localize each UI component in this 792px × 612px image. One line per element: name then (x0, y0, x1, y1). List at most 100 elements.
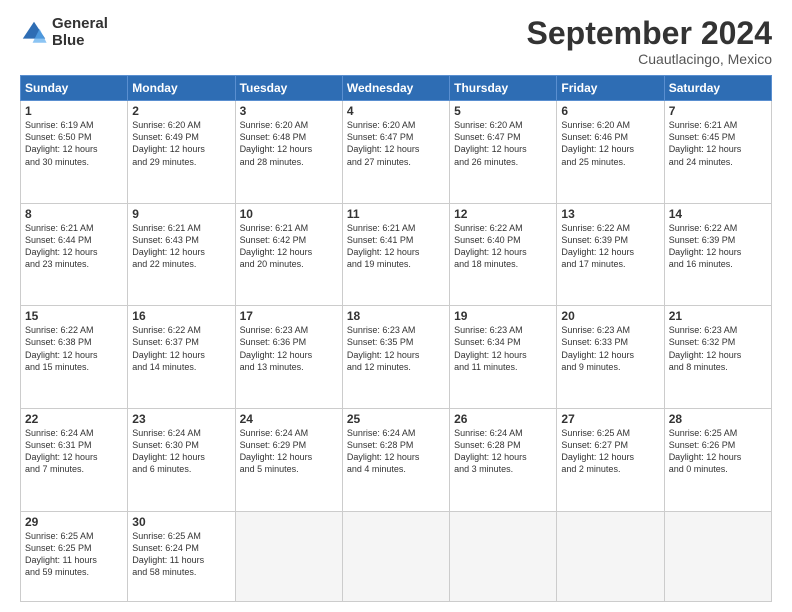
table-row: 27Sunrise: 6:25 AM Sunset: 6:27 PM Dayli… (557, 408, 664, 511)
day-info: Sunrise: 6:24 AM Sunset: 6:28 PM Dayligh… (347, 427, 445, 476)
day-number: 14 (669, 207, 767, 221)
table-row: 6Sunrise: 6:20 AM Sunset: 6:46 PM Daylig… (557, 101, 664, 204)
table-row: 30Sunrise: 6:25 AM Sunset: 6:24 PM Dayli… (128, 511, 235, 602)
col-friday: Friday (557, 76, 664, 101)
day-number: 11 (347, 207, 445, 221)
table-row (235, 511, 342, 602)
day-info: Sunrise: 6:20 AM Sunset: 6:46 PM Dayligh… (561, 119, 659, 168)
page: General Blue September 2024 Cuautlacingo… (0, 0, 792, 612)
table-row: 2Sunrise: 6:20 AM Sunset: 6:49 PM Daylig… (128, 101, 235, 204)
day-number: 2 (132, 104, 230, 118)
day-number: 19 (454, 309, 552, 323)
day-info: Sunrise: 6:24 AM Sunset: 6:31 PM Dayligh… (25, 427, 123, 476)
day-number: 6 (561, 104, 659, 118)
day-info: Sunrise: 6:22 AM Sunset: 6:39 PM Dayligh… (669, 222, 767, 271)
day-info: Sunrise: 6:23 AM Sunset: 6:33 PM Dayligh… (561, 324, 659, 373)
day-number: 13 (561, 207, 659, 221)
table-row (557, 511, 664, 602)
col-wednesday: Wednesday (342, 76, 449, 101)
table-row: 11Sunrise: 6:21 AM Sunset: 6:41 PM Dayli… (342, 203, 449, 306)
day-info: Sunrise: 6:20 AM Sunset: 6:48 PM Dayligh… (240, 119, 338, 168)
table-row: 20Sunrise: 6:23 AM Sunset: 6:33 PM Dayli… (557, 306, 664, 409)
table-row: 1Sunrise: 6:19 AM Sunset: 6:50 PM Daylig… (21, 101, 128, 204)
day-number: 26 (454, 412, 552, 426)
day-info: Sunrise: 6:25 AM Sunset: 6:27 PM Dayligh… (561, 427, 659, 476)
table-row: 10Sunrise: 6:21 AM Sunset: 6:42 PM Dayli… (235, 203, 342, 306)
day-number: 8 (25, 207, 123, 221)
logo: General Blue (20, 16, 108, 49)
logo-icon (20, 19, 48, 47)
day-info: Sunrise: 6:24 AM Sunset: 6:30 PM Dayligh… (132, 427, 230, 476)
table-row (664, 511, 771, 602)
table-row: 24Sunrise: 6:24 AM Sunset: 6:29 PM Dayli… (235, 408, 342, 511)
day-number: 22 (25, 412, 123, 426)
day-info: Sunrise: 6:20 AM Sunset: 6:49 PM Dayligh… (132, 119, 230, 168)
day-info: Sunrise: 6:19 AM Sunset: 6:50 PM Dayligh… (25, 119, 123, 168)
day-number: 3 (240, 104, 338, 118)
header: General Blue September 2024 Cuautlacingo… (20, 16, 772, 67)
day-number: 7 (669, 104, 767, 118)
day-info: Sunrise: 6:25 AM Sunset: 6:25 PM Dayligh… (25, 530, 123, 579)
day-number: 10 (240, 207, 338, 221)
table-row: 12Sunrise: 6:22 AM Sunset: 6:40 PM Dayli… (450, 203, 557, 306)
col-tuesday: Tuesday (235, 76, 342, 101)
day-number: 30 (132, 515, 230, 529)
table-row (450, 511, 557, 602)
day-number: 20 (561, 309, 659, 323)
day-number: 23 (132, 412, 230, 426)
table-row: 21Sunrise: 6:23 AM Sunset: 6:32 PM Dayli… (664, 306, 771, 409)
calendar-table: Sunday Monday Tuesday Wednesday Thursday… (20, 75, 772, 602)
day-number: 28 (669, 412, 767, 426)
day-info: Sunrise: 6:22 AM Sunset: 6:40 PM Dayligh… (454, 222, 552, 271)
day-number: 24 (240, 412, 338, 426)
table-row: 23Sunrise: 6:24 AM Sunset: 6:30 PM Dayli… (128, 408, 235, 511)
day-number: 16 (132, 309, 230, 323)
day-info: Sunrise: 6:21 AM Sunset: 6:45 PM Dayligh… (669, 119, 767, 168)
logo-text: General Blue (52, 16, 108, 49)
day-info: Sunrise: 6:21 AM Sunset: 6:43 PM Dayligh… (132, 222, 230, 271)
day-number: 5 (454, 104, 552, 118)
header-row: Sunday Monday Tuesday Wednesday Thursday… (21, 76, 772, 101)
day-number: 29 (25, 515, 123, 529)
day-info: Sunrise: 6:23 AM Sunset: 6:36 PM Dayligh… (240, 324, 338, 373)
table-row: 18Sunrise: 6:23 AM Sunset: 6:35 PM Dayli… (342, 306, 449, 409)
day-info: Sunrise: 6:20 AM Sunset: 6:47 PM Dayligh… (347, 119, 445, 168)
col-monday: Monday (128, 76, 235, 101)
table-row: 4Sunrise: 6:20 AM Sunset: 6:47 PM Daylig… (342, 101, 449, 204)
day-number: 18 (347, 309, 445, 323)
month-title: September 2024 (527, 16, 772, 51)
day-info: Sunrise: 6:23 AM Sunset: 6:35 PM Dayligh… (347, 324, 445, 373)
day-number: 27 (561, 412, 659, 426)
day-number: 4 (347, 104, 445, 118)
day-info: Sunrise: 6:24 AM Sunset: 6:28 PM Dayligh… (454, 427, 552, 476)
table-row (342, 511, 449, 602)
table-row: 17Sunrise: 6:23 AM Sunset: 6:36 PM Dayli… (235, 306, 342, 409)
day-info: Sunrise: 6:21 AM Sunset: 6:44 PM Dayligh… (25, 222, 123, 271)
day-info: Sunrise: 6:22 AM Sunset: 6:37 PM Dayligh… (132, 324, 230, 373)
day-info: Sunrise: 6:24 AM Sunset: 6:29 PM Dayligh… (240, 427, 338, 476)
col-saturday: Saturday (664, 76, 771, 101)
day-info: Sunrise: 6:21 AM Sunset: 6:41 PM Dayligh… (347, 222, 445, 271)
day-info: Sunrise: 6:23 AM Sunset: 6:34 PM Dayligh… (454, 324, 552, 373)
table-row: 26Sunrise: 6:24 AM Sunset: 6:28 PM Dayli… (450, 408, 557, 511)
day-info: Sunrise: 6:25 AM Sunset: 6:26 PM Dayligh… (669, 427, 767, 476)
day-number: 12 (454, 207, 552, 221)
day-info: Sunrise: 6:22 AM Sunset: 6:38 PM Dayligh… (25, 324, 123, 373)
table-row: 5Sunrise: 6:20 AM Sunset: 6:47 PM Daylig… (450, 101, 557, 204)
day-info: Sunrise: 6:22 AM Sunset: 6:39 PM Dayligh… (561, 222, 659, 271)
table-row: 29Sunrise: 6:25 AM Sunset: 6:25 PM Dayli… (21, 511, 128, 602)
table-row: 19Sunrise: 6:23 AM Sunset: 6:34 PM Dayli… (450, 306, 557, 409)
table-row: 9Sunrise: 6:21 AM Sunset: 6:43 PM Daylig… (128, 203, 235, 306)
day-number: 9 (132, 207, 230, 221)
table-row: 7Sunrise: 6:21 AM Sunset: 6:45 PM Daylig… (664, 101, 771, 204)
title-block: September 2024 Cuautlacingo, Mexico (527, 16, 772, 67)
table-row: 28Sunrise: 6:25 AM Sunset: 6:26 PM Dayli… (664, 408, 771, 511)
table-row: 14Sunrise: 6:22 AM Sunset: 6:39 PM Dayli… (664, 203, 771, 306)
day-info: Sunrise: 6:20 AM Sunset: 6:47 PM Dayligh… (454, 119, 552, 168)
day-info: Sunrise: 6:21 AM Sunset: 6:42 PM Dayligh… (240, 222, 338, 271)
col-thursday: Thursday (450, 76, 557, 101)
day-number: 1 (25, 104, 123, 118)
day-number: 25 (347, 412, 445, 426)
day-info: Sunrise: 6:23 AM Sunset: 6:32 PM Dayligh… (669, 324, 767, 373)
day-number: 15 (25, 309, 123, 323)
